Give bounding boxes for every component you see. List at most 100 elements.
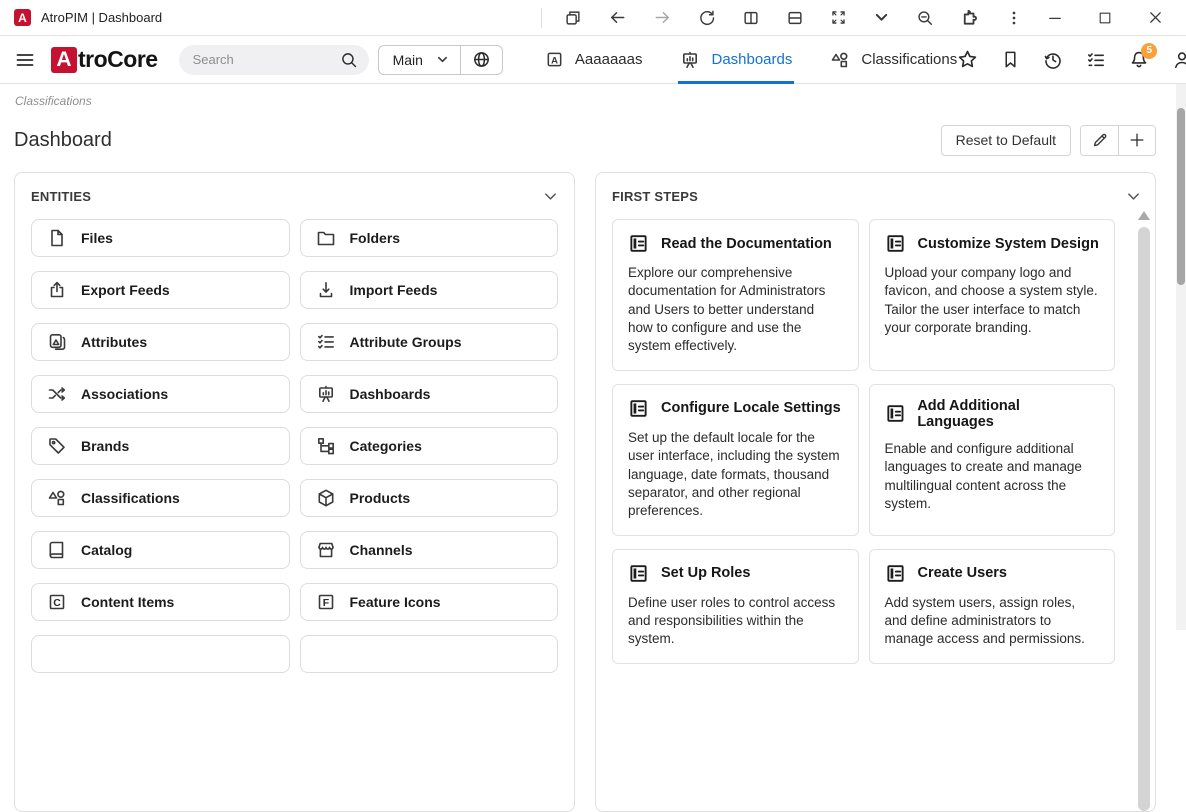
entity-button-partial[interactable]: [300, 635, 559, 673]
page-title: Dashboard: [14, 129, 112, 152]
entity-button-feature-icons[interactable]: F Feature Icons: [300, 583, 559, 621]
entity-button-brands[interactable]: Brands: [31, 427, 290, 465]
collapse-chevron-icon[interactable]: [1126, 189, 1141, 204]
favorites-star-icon[interactable]: [957, 49, 978, 70]
svg-text:F: F: [322, 597, 329, 609]
collapse-chevron-icon[interactable]: [543, 189, 558, 204]
main-tabs: A Aaaaaaas Dashboards Classifications: [545, 36, 957, 84]
first-steps-card-roles[interactable]: Set Up Roles Define user roles to contro…: [612, 549, 859, 664]
entity-label: Catalog: [81, 542, 132, 558]
reload-icon[interactable]: [698, 9, 716, 27]
close-icon[interactable]: [1147, 9, 1164, 26]
panel-scrollbar-thumb[interactable]: [1138, 227, 1150, 811]
edit-pencil-button[interactable]: [1081, 126, 1118, 155]
entity-button-dashboards[interactable]: Dashboards: [300, 375, 559, 413]
first-steps-card-locale-settings[interactable]: Configure Locale Settings Set up the def…: [612, 384, 859, 536]
entity-label: Channels: [350, 542, 413, 558]
zoom-icon[interactable]: [916, 9, 934, 27]
window-scrollbar[interactable]: [1176, 84, 1186, 630]
bookmark-icon[interactable]: [1001, 50, 1020, 69]
checklist-icon: [316, 332, 336, 352]
tab-dashboards[interactable]: Dashboards: [680, 36, 792, 84]
article-icon: [885, 233, 906, 254]
card-body: Define user roles to control access and …: [628, 594, 843, 649]
card-title: Set Up Roles: [661, 565, 750, 581]
tasks-checklist-icon[interactable]: [1086, 50, 1106, 70]
card-title: Read the Documentation: [661, 236, 832, 252]
add-plus-button[interactable]: [1118, 126, 1155, 155]
panel-scrollbar[interactable]: [1138, 211, 1150, 811]
scroll-up-arrow-icon[interactable]: [1138, 211, 1150, 220]
entity-label: Attributes: [81, 334, 147, 350]
package-box-icon: [316, 488, 336, 508]
hamburger-menu-icon[interactable]: [15, 50, 35, 70]
first-steps-card-documentation[interactable]: Read the Documentation Explore our compr…: [612, 219, 859, 371]
tree-icon: [316, 436, 336, 456]
entity-label: Attribute Groups: [350, 334, 462, 350]
entity-button-attribute-groups[interactable]: Attribute Groups: [300, 323, 559, 361]
workspace-switcher: Main: [378, 45, 503, 75]
entity-button-associations[interactable]: Associations: [31, 375, 290, 413]
entity-button-files[interactable]: Files: [31, 219, 290, 257]
logo-a-mark: A: [51, 47, 77, 73]
article-icon: [885, 403, 906, 424]
book-icon: [47, 540, 67, 560]
reset-to-default-button[interactable]: Reset to Default: [941, 125, 1071, 156]
entity-button-content-items[interactable]: C Content Items: [31, 583, 290, 621]
browser-titlebar: A AtroPIM | Dashboard: [0, 0, 1186, 36]
atrocore-logo[interactable]: A troCore: [51, 46, 158, 73]
entity-label: Brands: [81, 438, 129, 454]
user-profile-icon[interactable]: [1172, 50, 1186, 70]
attributes-layers-icon: [47, 332, 67, 352]
entity-button-import-feeds[interactable]: Import Feeds: [300, 271, 559, 309]
article-icon: [628, 563, 649, 584]
tab-aaaaaaas[interactable]: A Aaaaaaas: [545, 36, 643, 84]
window-scrollbar-thumb[interactable]: [1177, 108, 1185, 285]
breadcrumb[interactable]: Classifications: [15, 94, 92, 108]
history-icon[interactable]: [1043, 50, 1063, 70]
fullscreen-icon[interactable]: [830, 9, 847, 26]
tab-label: Dashboards: [711, 51, 792, 68]
tab-label: Classifications: [861, 51, 957, 68]
entity-button-channels[interactable]: Channels: [300, 531, 559, 569]
entity-button-export-feeds[interactable]: Export Feeds: [31, 271, 290, 309]
shuffle-icon: [47, 384, 67, 404]
search-icon[interactable]: [340, 51, 358, 69]
entity-button-categories[interactable]: Categories: [300, 427, 559, 465]
file-icon: [47, 228, 67, 248]
first-steps-card-system-design[interactable]: Customize System Design Upload your comp…: [869, 219, 1116, 371]
duplicate-tab-icon[interactable]: [564, 9, 582, 27]
notifications-bell-icon[interactable]: 5: [1129, 50, 1149, 70]
forward-icon[interactable]: [653, 8, 672, 27]
split-horizontal-icon[interactable]: [786, 9, 804, 27]
entity-button-attributes[interactable]: Attributes: [31, 323, 290, 361]
svg-text:A: A: [551, 55, 558, 66]
tab-classifications[interactable]: Classifications: [830, 36, 957, 84]
entity-button-products[interactable]: Products: [300, 479, 559, 517]
maximize-icon[interactable]: [1097, 10, 1113, 26]
entity-button-folders[interactable]: Folders: [300, 219, 559, 257]
chevron-down-icon[interactable]: [873, 9, 890, 26]
first-steps-card-languages[interactable]: Add Additional Languages Enable and conf…: [869, 384, 1116, 536]
folder-icon: [316, 228, 336, 248]
back-icon[interactable]: [608, 8, 627, 27]
entity-label: Folders: [350, 230, 401, 246]
entity-button-classifications[interactable]: Classifications: [31, 479, 290, 517]
minimize-icon[interactable]: [1047, 10, 1063, 26]
split-vertical-icon[interactable]: [742, 9, 760, 27]
workspace-select-value: Main: [393, 52, 423, 68]
menu-kebab-icon[interactable]: [1005, 9, 1023, 27]
entity-button-catalog[interactable]: Catalog: [31, 531, 290, 569]
card-title: Add Additional Languages: [917, 398, 1099, 430]
globe-icon[interactable]: [461, 50, 502, 69]
workspace-select[interactable]: Main: [379, 52, 460, 68]
extensions-icon[interactable]: [960, 8, 979, 27]
titlebar-divider: [541, 8, 542, 28]
card-body: Explore our comprehensive documentation …: [628, 264, 843, 356]
card-title: Customize System Design: [918, 236, 1099, 252]
entity-button-partial[interactable]: [31, 635, 290, 673]
article-icon: [885, 563, 906, 584]
first-steps-card-users[interactable]: Create Users Add system users, assign ro…: [869, 549, 1116, 664]
card-body: Add system users, assign roles, and defi…: [885, 594, 1100, 649]
first-steps-panel-title: FIRST STEPS: [612, 189, 698, 204]
